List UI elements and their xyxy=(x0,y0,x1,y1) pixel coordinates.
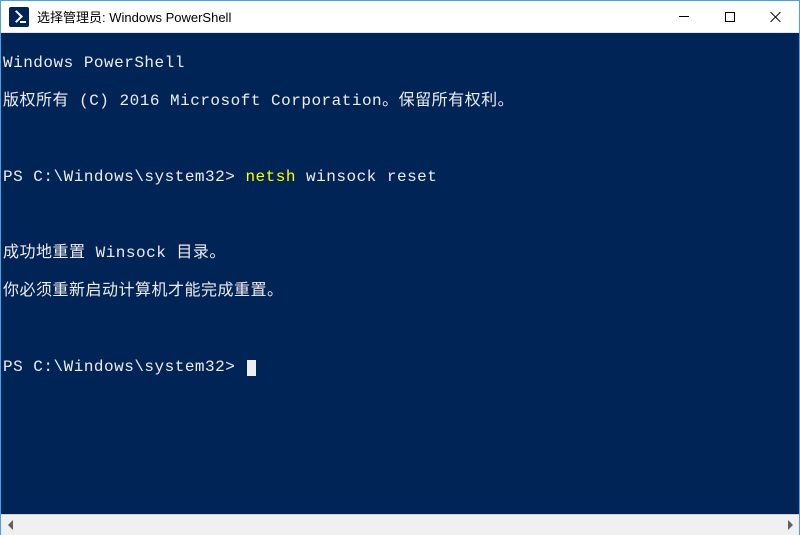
powershell-icon xyxy=(9,7,29,27)
output-line: 成功地重置 Winsock 目录。 xyxy=(3,244,797,263)
cursor xyxy=(247,360,256,376)
blank-line xyxy=(3,320,797,339)
command-args: winsock reset xyxy=(296,168,437,186)
close-icon xyxy=(770,11,782,23)
horizontal-scrollbar[interactable] xyxy=(1,514,799,535)
maximize-icon xyxy=(725,12,735,22)
close-button[interactable] xyxy=(753,1,799,32)
scrollbar-track[interactable] xyxy=(19,515,781,535)
prompt-text: PS C:\Windows\system32> xyxy=(3,168,245,186)
window-title: 选择管理员: Windows PowerShell xyxy=(37,7,661,26)
chevron-right-icon xyxy=(788,520,793,530)
window-controls xyxy=(661,1,799,32)
window-titlebar: 选择管理员: Windows PowerShell xyxy=(1,1,799,33)
copyright-line: 版权所有 (C) 2016 Microsoft Corporation。保留所有… xyxy=(3,92,797,111)
minimize-button[interactable] xyxy=(661,1,707,32)
terminal-output[interactable]: Windows PowerShell 版权所有 (C) 2016 Microso… xyxy=(1,33,799,514)
scroll-right-button[interactable] xyxy=(781,515,799,535)
blank-line xyxy=(3,130,797,149)
maximize-button[interactable] xyxy=(707,1,753,32)
output-line: 你必须重新启动计算机才能完成重置。 xyxy=(3,282,797,301)
blank-line xyxy=(3,206,797,225)
chevron-left-icon xyxy=(8,520,13,530)
minimize-icon xyxy=(679,16,689,17)
command-line-2: PS C:\Windows\system32> xyxy=(3,358,797,377)
prompt-text: PS C:\Windows\system32> xyxy=(3,358,245,376)
command-line-1: PS C:\Windows\system32> netsh winsock re… xyxy=(3,168,797,187)
header-line: Windows PowerShell xyxy=(3,54,797,73)
scroll-left-button[interactable] xyxy=(1,515,19,535)
command-name: netsh xyxy=(245,168,296,186)
